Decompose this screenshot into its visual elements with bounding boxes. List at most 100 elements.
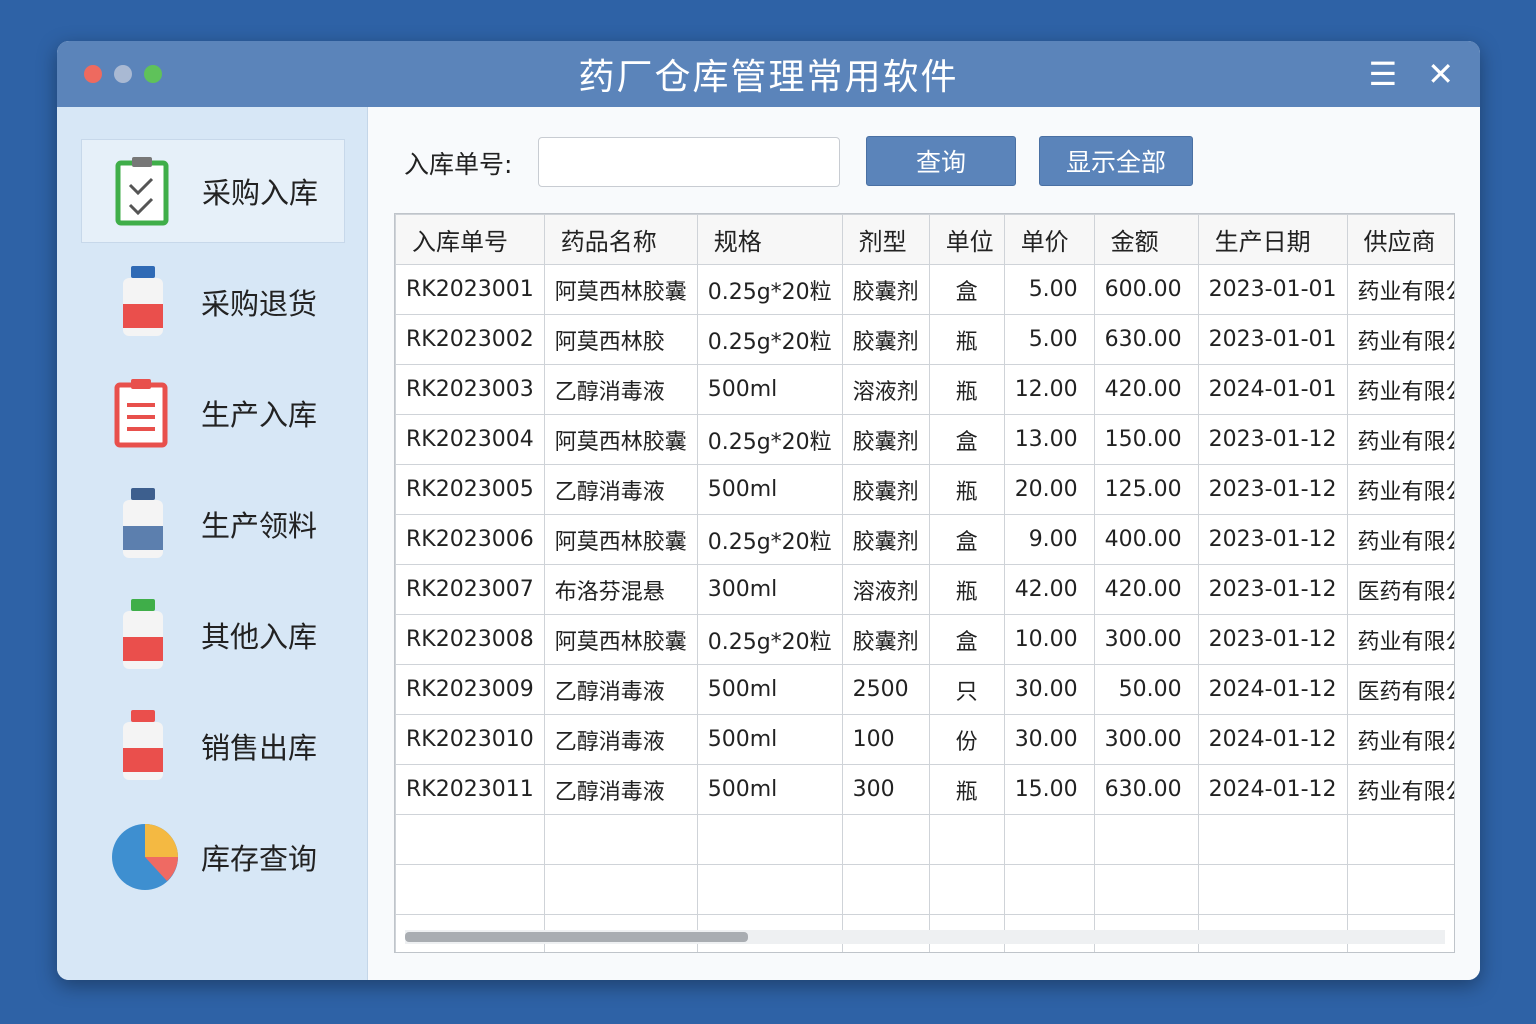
table-row[interactable]: RK2023009 乙醇消毒液 500ml 2500 只 30.00 50.00 2024-0… xyxy=(395,664,1454,715)
table-cell: 瓶 xyxy=(928,464,1005,515)
column-header[interactable]: 金额 xyxy=(1093,214,1199,265)
column-header[interactable]: 单价 xyxy=(1003,214,1095,265)
sidebar-item-label: 销售出库 xyxy=(201,731,318,765)
table-cell: 300ml xyxy=(696,564,843,615)
table-cell: 125.00 xyxy=(1093,464,1199,515)
sidebar-item-6[interactable]: 库存查询 xyxy=(81,805,345,909)
clipboard-list-icon xyxy=(111,377,175,449)
sidebar-item-4[interactable]: 其他入库 xyxy=(81,583,345,687)
table-cell: 5.00 xyxy=(1003,264,1095,315)
inbound-table: 入库单号 药品名称 规格 剂型 单位 单价 金额 生产日期 供应商 RK2023001 阿莫西林胶… xyxy=(394,213,1455,953)
table-cell: 600.00 xyxy=(1093,264,1199,315)
table-cell: RK2023009 xyxy=(395,664,545,715)
table-cell: 400.00 xyxy=(1093,514,1199,565)
table-cell: 100 xyxy=(841,714,930,765)
table-row[interactable]: RK2023005 乙醇消毒液 500ml 胶囊剂瓶 20.00 125.00 2023-0… xyxy=(395,464,1454,515)
table-cell: 瓶 xyxy=(928,314,1005,365)
table-cell: 胶囊剂 xyxy=(841,614,930,665)
close-icon[interactable]: ✕ xyxy=(1427,55,1454,93)
table-cell: 42.00 xyxy=(1003,564,1095,615)
sidebar-item-2[interactable]: 生产入库 xyxy=(81,361,345,465)
table-row[interactable]: RK2023001 阿莫西林胶囊 0.25g*20粒 胶囊剂盒 5.00 600.00 20… xyxy=(395,264,1454,315)
table-cell: 30.00 xyxy=(1003,714,1095,765)
table-cell: 胶囊剂 xyxy=(841,314,930,365)
table-row[interactable]: RK2023008 阿莫西林胶囊 0.25g*20粒 胶囊剂盒 10.00 300.00 2… xyxy=(395,614,1454,665)
table-cell: RK2023001 xyxy=(395,264,545,315)
table-cell: 药业有限公司 xyxy=(1346,764,1454,815)
table-cell: RK2023006 xyxy=(395,514,545,565)
table-cell: 0.25g*20粒 xyxy=(696,314,843,365)
column-header[interactable]: 药品名称 xyxy=(543,214,698,265)
table-cell: 420.00 xyxy=(1093,364,1199,415)
sidebar-item-label: 生产领料 xyxy=(201,509,318,543)
app-window: 药厂仓库管理常用软件 ☰ ✕ 采购入库 采购退货 生产入库生产领料其他入库销售出库库… xyxy=(57,41,1480,980)
medicine-bottle-icon xyxy=(111,710,175,782)
column-header[interactable]: 单位 xyxy=(928,214,1005,265)
window-title: 药厂仓库管理常用软件 xyxy=(578,57,959,98)
table-cell: 溶液剂 xyxy=(841,564,930,615)
column-header[interactable]: 生产日期 xyxy=(1197,214,1348,265)
table-row[interactable]: RK2023003 乙醇消毒液 500ml 溶液剂瓶 12.00 420.00 2024-0… xyxy=(395,364,1454,415)
table-cell: 2023-01-12 xyxy=(1197,564,1348,615)
clipboard-check-icon xyxy=(112,155,176,227)
table-cell: 2023-01-01 xyxy=(1197,264,1348,315)
table-cell: 乙醇消毒液 xyxy=(543,664,698,715)
column-header[interactable]: 规格 xyxy=(696,214,843,265)
table-cell: RK2023007 xyxy=(395,564,545,615)
table-cell: 2024-01-12 xyxy=(1197,714,1348,765)
order-number-label: 入库单号: xyxy=(404,150,513,179)
order-number-input[interactable] xyxy=(538,137,840,187)
scrollbar-thumb[interactable] xyxy=(405,932,749,942)
table-cell: 300.00 xyxy=(1093,614,1199,665)
table-cell: 9.00 xyxy=(1003,514,1095,565)
table-cell: 0.25g*20粒 xyxy=(696,414,843,465)
minimize-window-dot[interactable] xyxy=(114,65,132,83)
table-cell: RK2023004 xyxy=(395,414,545,465)
table-row[interactable]: RK2023002 阿莫西林胶 0.25g*20粒 胶囊剂瓶 5.00 630.00 202… xyxy=(395,314,1454,365)
sidebar-item-3[interactable]: 生产领料 xyxy=(81,472,345,576)
horizontal-scrollbar[interactable] xyxy=(405,930,1445,944)
table-row[interactable]: RK2023010 乙醇消毒液 500ml 100 份 30.00 300.00 2024-0… xyxy=(395,714,1454,765)
table-cell: RK2023002 xyxy=(395,314,545,365)
column-header[interactable]: 供应商 xyxy=(1346,214,1454,265)
table-cell: 500ml xyxy=(696,714,843,765)
column-header[interactable]: 剂型 xyxy=(841,214,930,265)
table-cell: 阿莫西林胶 xyxy=(543,314,698,365)
table-cell: 630.00 xyxy=(1093,764,1199,815)
table-cell: 2023-01-12 xyxy=(1197,414,1348,465)
table-cell: 阿莫西林胶囊 xyxy=(543,414,698,465)
table-cell: 乙醇消毒液 xyxy=(543,464,698,515)
table-cell: 2024-01-01 xyxy=(1197,364,1348,415)
table-cell: 2024-01-12 xyxy=(1197,664,1348,715)
table-cell: 15.00 xyxy=(1003,764,1095,815)
sidebar-item-5[interactable]: 销售出库 xyxy=(81,694,345,798)
table-cell: 药业有限公司 xyxy=(1346,264,1454,315)
table-cell: 0.25g*20粒 xyxy=(696,514,843,565)
table-row[interactable]: RK2023006 阿莫西林胶囊 0.25g*20粒 胶囊剂盒 9.00 400.00 20… xyxy=(395,514,1454,565)
table-cell: 10.00 xyxy=(1003,614,1095,665)
table-cell: 630.00 xyxy=(1093,314,1199,365)
table-cell: 药业有限公司 xyxy=(1346,314,1454,365)
table-cell: RK2023010 xyxy=(395,714,545,765)
menu-icon[interactable]: ☰ xyxy=(1369,55,1398,93)
close-window-dot[interactable] xyxy=(84,65,102,83)
table-row[interactable]: RK2023004 阿莫西林胶囊 0.25g*20粒 胶囊剂盒 13.00 150.00 2… xyxy=(395,414,1454,465)
table-cell: 500ml xyxy=(696,464,843,515)
table-cell: 胶囊剂 xyxy=(841,464,930,515)
table-row[interactable]: RK2023007 布洛芬混悬 300ml 溶液剂瓶 42.00 420.00 2023-0… xyxy=(395,564,1454,615)
table-cell: 20.00 xyxy=(1003,464,1095,515)
table-cell: 30.00 xyxy=(1003,664,1095,715)
show-all-button[interactable]: 显示全部 xyxy=(1039,136,1193,186)
query-button[interactable]: 查询 xyxy=(866,136,1016,186)
table-cell: 盒 xyxy=(928,264,1005,315)
sidebar-item-0[interactable]: 采购入库 xyxy=(81,139,345,243)
column-header[interactable]: 入库单号 xyxy=(395,214,545,265)
maximize-window-dot[interactable] xyxy=(144,65,162,83)
table-cell: 盒 xyxy=(928,614,1005,665)
table-row[interactable]: RK2023011 乙醇消毒液 500ml 300 瓶 15.00 630.00 2024-0… xyxy=(395,764,1454,815)
table-cell: RK2023005 xyxy=(395,464,545,515)
table-cell: 瓶 xyxy=(928,764,1005,815)
table-cell: 2023-01-12 xyxy=(1197,464,1348,515)
table-cell: 药业有限公司 xyxy=(1346,614,1454,665)
sidebar-item-1[interactable]: 采购退货 xyxy=(81,250,345,354)
